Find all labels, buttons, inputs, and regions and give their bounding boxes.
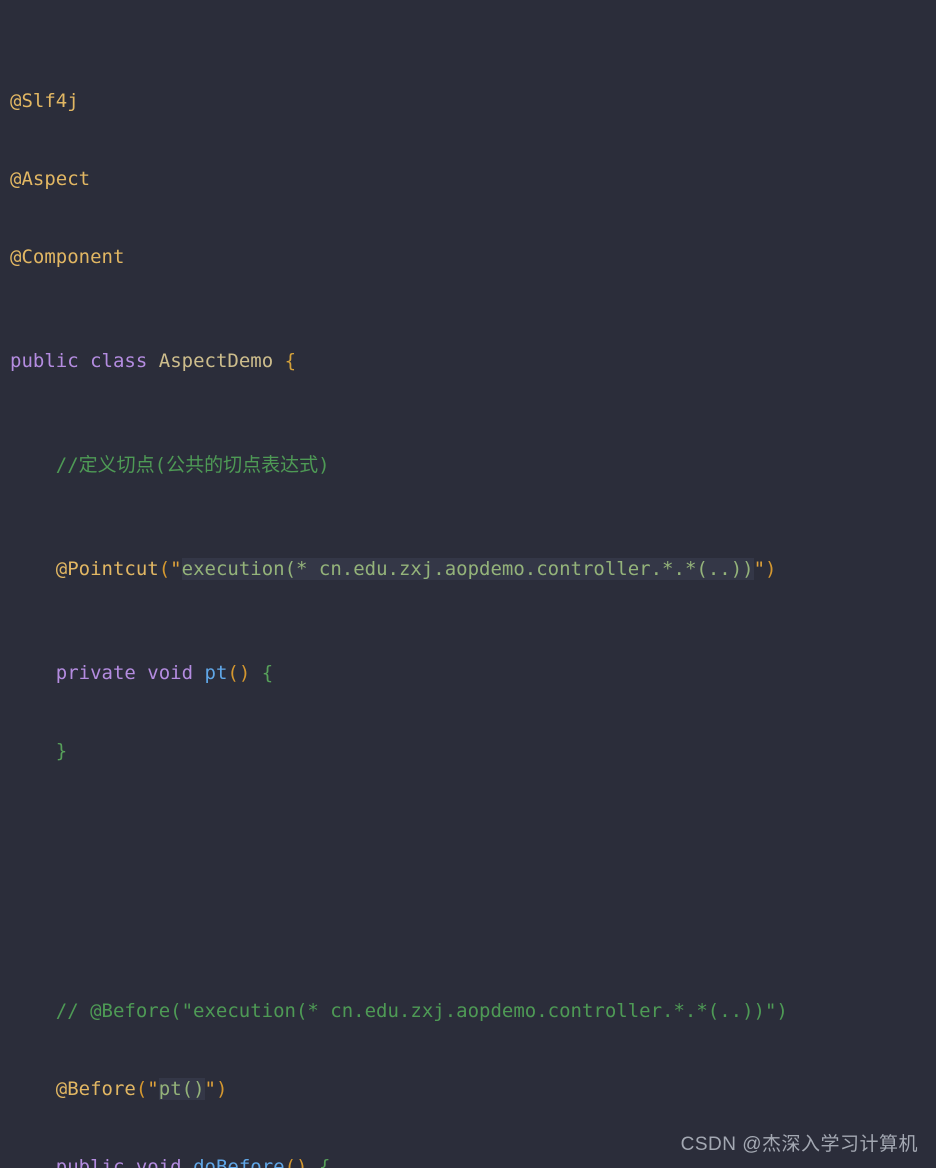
code-line-pointcut: @Pointcut("execution(* cn.edu.zxj.aopdem… xyxy=(10,556,880,582)
code-line-dobefore-signature: public void doBefore() { xyxy=(10,1154,880,1168)
keyword-class: class xyxy=(90,350,148,372)
annotation-component: @Component xyxy=(10,246,125,268)
keyword-void: void xyxy=(135,1156,182,1168)
code-line-annotation-before: @Before("pt()") xyxy=(10,1076,880,1102)
method-name-dobefore: doBefore xyxy=(193,1156,285,1168)
comment-pointcut: //定义切点(公共的切点表达式) xyxy=(55,454,330,476)
code-line: @Aspect xyxy=(10,166,880,192)
annotation-slf4j: @Slf4j xyxy=(10,90,79,112)
csdn-watermark: CSDN @杰深入学习计算机 xyxy=(680,1134,918,1155)
pointcut-ref: pt() xyxy=(158,1078,205,1100)
class-name: AspectDemo xyxy=(158,350,274,372)
method-name-pt: pt xyxy=(204,662,228,684)
code-line-comment: //定义切点(公共的切点表达式) xyxy=(10,452,880,478)
brace-open: { xyxy=(318,1156,331,1168)
code-line-pt-signature: private void pt() { xyxy=(10,660,880,686)
code-line: @Component xyxy=(10,244,880,270)
pointcut-expression: execution(* cn.edu.zxj.aopdemo.controlle… xyxy=(181,558,754,580)
keyword-void: void xyxy=(147,662,194,684)
quote-close: " xyxy=(753,558,766,580)
paren-open: ( xyxy=(158,558,171,580)
brace-open-class: { xyxy=(284,350,297,372)
paren-close: ) xyxy=(765,558,777,580)
paren-open: ( xyxy=(135,1078,148,1100)
code-screenshot: @Slf4j @Aspect @Component public class A… xyxy=(0,0,936,1168)
brace-open: { xyxy=(261,662,274,684)
keyword-private: private xyxy=(55,662,136,684)
paren-pair: () xyxy=(227,662,251,684)
code-line-close: } xyxy=(10,738,880,764)
code-line-class-decl: public class AspectDemo { xyxy=(10,348,880,374)
code-block[interactable]: @Slf4j @Aspect @Component public class A… xyxy=(0,0,880,1168)
paren-close: ) xyxy=(215,1078,228,1100)
paren-pair: () xyxy=(284,1156,308,1168)
code-line: @Slf4j xyxy=(10,88,880,114)
code-line-comment: // @Before("execution(* cn.edu.zxj.aopde… xyxy=(10,998,880,1024)
comment-before-advice: // @Before("execution(* cn.edu.zxj.aopde… xyxy=(55,1000,788,1022)
quote-close: " xyxy=(204,1078,216,1100)
quote-open: " xyxy=(147,1078,159,1100)
brace-close: } xyxy=(55,740,68,762)
annotation-before: @Before xyxy=(55,1078,136,1100)
keyword-public: public xyxy=(55,1156,125,1168)
quote-open: " xyxy=(170,558,182,580)
keyword-public: public xyxy=(10,350,79,372)
annotation-aspect: @Aspect xyxy=(10,168,91,190)
annotation-pointcut: @Pointcut xyxy=(55,558,159,580)
